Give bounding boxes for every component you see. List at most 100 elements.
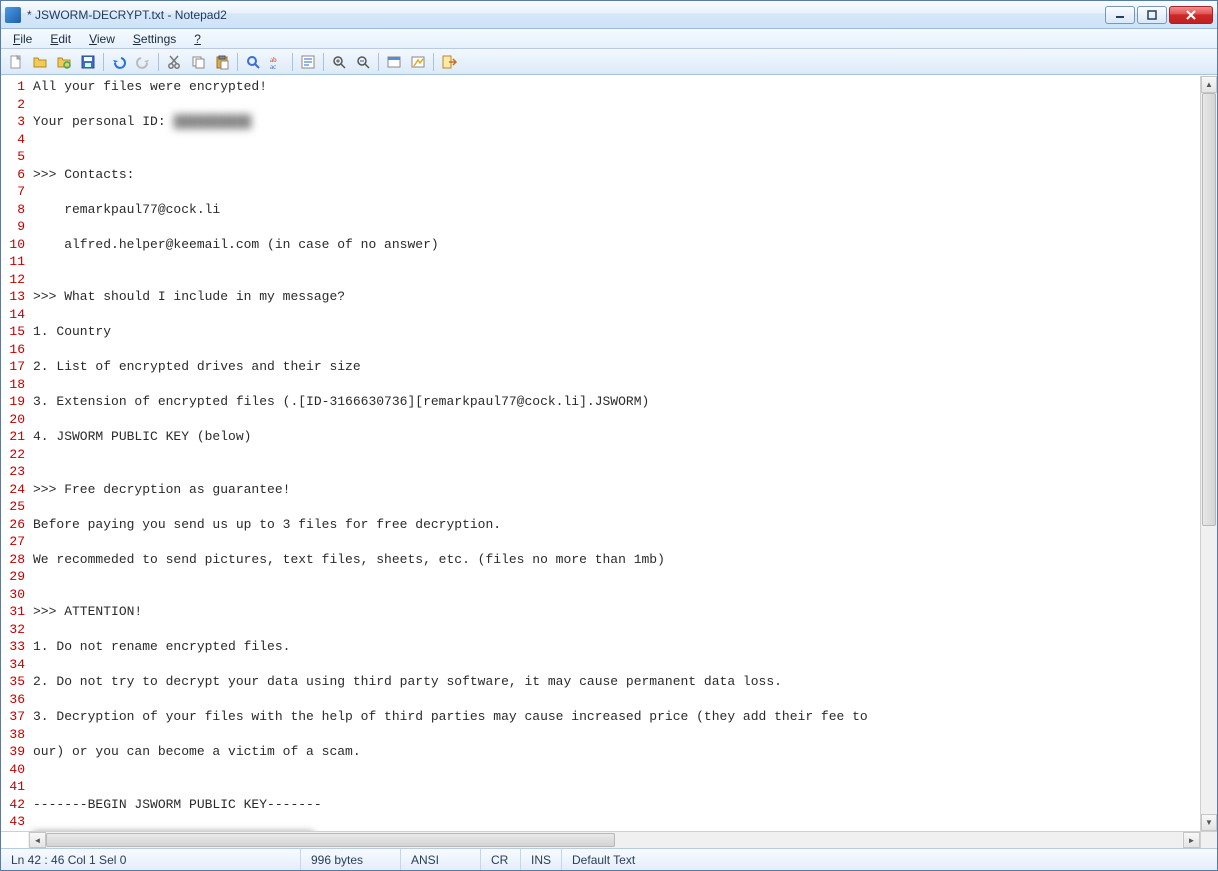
text-line[interactable]: All your files were encrypted! — [33, 78, 1200, 96]
text-line[interactable] — [33, 586, 1200, 604]
line-number: 1 — [1, 78, 25, 96]
text-line[interactable]: remarkpaul77@cock.li — [33, 201, 1200, 219]
maximize-button[interactable] — [1137, 6, 1167, 24]
toolbar-separator — [237, 53, 238, 71]
text-line[interactable] — [33, 131, 1200, 149]
text-line[interactable] — [33, 621, 1200, 639]
vscroll-track[interactable] — [1201, 93, 1217, 814]
close-button[interactable] — [1169, 6, 1213, 24]
status-scheme[interactable]: Default Text — [562, 849, 1217, 870]
text-content[interactable]: All your files were encrypted! Your pers… — [29, 76, 1200, 831]
text-line[interactable] — [33, 411, 1200, 429]
text-line[interactable] — [33, 778, 1200, 796]
text-line[interactable]: our) or you can become a victim of a sca… — [33, 743, 1200, 761]
text-line[interactable]: We recommeded to send pictures, text fil… — [33, 551, 1200, 569]
zoom-in-icon[interactable] — [328, 51, 350, 73]
line-number: 38 — [1, 726, 25, 744]
minimize-button[interactable] — [1105, 6, 1135, 24]
scroll-down-arrow-icon[interactable]: ▼ — [1201, 814, 1217, 831]
open-file-icon[interactable] — [29, 51, 51, 73]
menu-view[interactable]: View — [81, 30, 123, 48]
text-line[interactable]: 4. JSWORM PUBLIC KEY (below) — [33, 428, 1200, 446]
text-line[interactable] — [33, 218, 1200, 236]
text-line[interactable] — [33, 691, 1200, 709]
text-line[interactable] — [33, 498, 1200, 516]
paste-icon[interactable] — [211, 51, 233, 73]
cut-icon[interactable] — [163, 51, 185, 73]
text-line[interactable]: >>> Free decryption as guarantee! — [33, 481, 1200, 499]
exit-icon[interactable] — [438, 51, 460, 73]
text-line[interactable] — [33, 726, 1200, 744]
text-line[interactable] — [33, 341, 1200, 359]
text-line[interactable]: 2. Do not try to decrypt your data using… — [33, 673, 1200, 691]
customize-icon[interactable] — [407, 51, 429, 73]
scroll-up-arrow-icon[interactable]: ▲ — [1201, 76, 1217, 93]
text-line[interactable] — [33, 376, 1200, 394]
text-line[interactable] — [33, 568, 1200, 586]
redo-icon[interactable] — [132, 51, 154, 73]
text-line[interactable] — [33, 446, 1200, 464]
line-number: 17 — [1, 358, 25, 376]
text-line[interactable] — [33, 533, 1200, 551]
toolbar-separator — [103, 53, 104, 71]
line-number: 36 — [1, 691, 25, 709]
text-line[interactable]: Your personal ID: ██████████ — [33, 113, 1200, 131]
text-line[interactable]: -------BEGIN JSWORM PUBLIC KEY------- — [33, 796, 1200, 814]
toolbar-separator — [433, 53, 434, 71]
line-number: 12 — [1, 271, 25, 289]
text-line[interactable]: Before paying you send us up to 3 files … — [33, 516, 1200, 534]
scheme-icon[interactable] — [383, 51, 405, 73]
text-line[interactable]: 2. List of encrypted drives and their si… — [33, 358, 1200, 376]
text-line[interactable] — [33, 148, 1200, 166]
find-icon[interactable] — [242, 51, 264, 73]
svg-text:ac: ac — [270, 63, 276, 70]
scroll-right-arrow-icon[interactable]: ► — [1183, 832, 1200, 848]
text-line[interactable]: 1. Do not rename encrypted files. — [33, 638, 1200, 656]
menu-settings[interactable]: Settings — [125, 30, 184, 48]
text-line[interactable] — [33, 306, 1200, 324]
menu-help[interactable]: ? — [186, 30, 209, 48]
text-line[interactable] — [33, 463, 1200, 481]
zoom-out-icon[interactable] — [352, 51, 374, 73]
text-line[interactable]: >>> What should I include in my message? — [33, 288, 1200, 306]
hscroll-thumb[interactable] — [46, 833, 615, 847]
text-line[interactable]: 3. Decryption of your files with the hel… — [33, 708, 1200, 726]
status-mode[interactable]: INS — [521, 849, 562, 870]
copy-icon[interactable] — [187, 51, 209, 73]
line-number: 27 — [1, 533, 25, 551]
line-number: 11 — [1, 253, 25, 271]
text-line[interactable] — [33, 271, 1200, 289]
text-line[interactable]: 3. Extension of encrypted files (.[ID-31… — [33, 393, 1200, 411]
scroll-left-arrow-icon[interactable]: ◄ — [29, 832, 46, 848]
text-line[interactable] — [33, 96, 1200, 114]
toolbar-separator — [292, 53, 293, 71]
line-number: 33 — [1, 638, 25, 656]
hscroll-track[interactable] — [46, 832, 1183, 848]
text-line[interactable]: ████████████████████████████████████ — [33, 831, 1200, 832]
browse-folder-icon[interactable] — [53, 51, 75, 73]
save-icon[interactable] — [77, 51, 99, 73]
new-file-icon[interactable] — [5, 51, 27, 73]
replace-icon[interactable]: abac — [266, 51, 288, 73]
word-wrap-icon[interactable] — [297, 51, 319, 73]
text-line[interactable] — [33, 813, 1200, 831]
text-line[interactable] — [33, 253, 1200, 271]
line-number: 2 — [1, 96, 25, 114]
menu-edit[interactable]: Edit — [42, 30, 79, 48]
text-line[interactable]: alfred.helper@keemail.com (in case of no… — [33, 236, 1200, 254]
undo-icon[interactable] — [108, 51, 130, 73]
text-line[interactable]: 1. Country — [33, 323, 1200, 341]
vscroll-thumb[interactable] — [1202, 93, 1216, 526]
status-encoding[interactable]: ANSI — [401, 849, 481, 870]
text-line[interactable] — [33, 761, 1200, 779]
text-line[interactable] — [33, 183, 1200, 201]
vertical-scrollbar[interactable]: ▲ ▼ — [1200, 76, 1217, 831]
line-number: 25 — [1, 498, 25, 516]
status-eol[interactable]: CR — [481, 849, 521, 870]
horizontal-scrollbar[interactable]: ◄ ► — [29, 832, 1200, 848]
text-line[interactable]: >>> Contacts: — [33, 166, 1200, 184]
text-line[interactable] — [33, 656, 1200, 674]
menu-file[interactable]: File — [5, 30, 40, 48]
text-line[interactable]: >>> ATTENTION! — [33, 603, 1200, 621]
line-number-gutter: 1234567891011121314151617181920212223242… — [1, 76, 29, 831]
